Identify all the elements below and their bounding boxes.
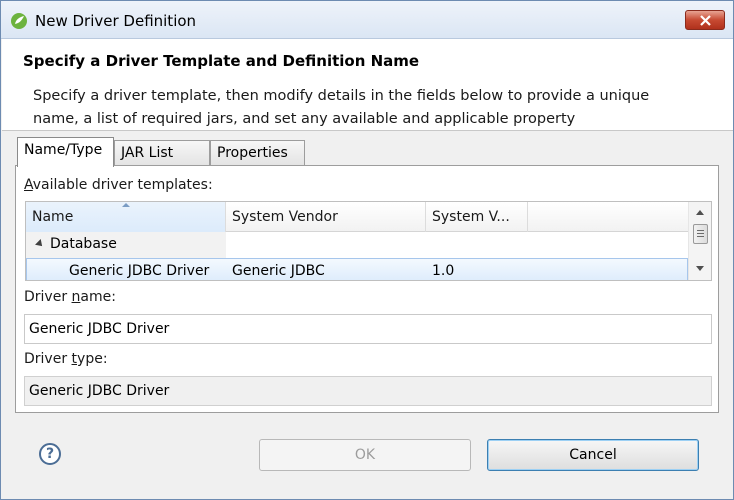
scroll-down-icon[interactable] (696, 266, 704, 271)
vertical-scrollbar[interactable] (688, 202, 711, 280)
category-label: Database (50, 236, 117, 252)
scroll-up-icon[interactable] (696, 210, 704, 215)
tab-properties[interactable]: Properties (210, 140, 305, 166)
label-text: Driver (24, 351, 72, 367)
column-label: System Vendor (232, 209, 338, 225)
cancel-button[interactable]: Cancel (487, 439, 699, 471)
driver-name-label: Driver name: (24, 289, 116, 305)
scroll-thumb[interactable] (693, 224, 708, 244)
column-header-vendor[interactable]: System Vendor (226, 202, 426, 232)
driver-type-label: Driver type: (24, 351, 108, 367)
mnemonic: A (24, 177, 33, 193)
expanded-triangle-icon[interactable] (35, 239, 45, 249)
template-version: 1.0 (432, 263, 455, 279)
driver-templates-tree[interactable]: Name System Vendor System V... Database … (25, 201, 712, 281)
label-text: ype: (77, 351, 108, 367)
column-header-name[interactable]: Name (26, 202, 226, 232)
close-button[interactable] (685, 10, 725, 30)
tab-label: JAR List (121, 145, 174, 161)
grip-line (697, 233, 704, 234)
driver-name-input[interactable]: Generic JDBC Driver (24, 314, 712, 344)
label-text: Driver (24, 289, 72, 305)
close-icon (700, 15, 711, 26)
app-leaf-icon (11, 13, 27, 29)
templates-label: Available driver templates: (24, 177, 213, 193)
template-vendor: Generic JDBC (232, 263, 325, 279)
window-title: New Driver Definition (35, 12, 197, 30)
label-text: ame: (80, 289, 116, 305)
page-description: Specify a driver template, then modify d… (33, 88, 650, 127)
table-header: Name System Vendor System V... (26, 202, 688, 232)
driver-type-field: Generic JDBC Driver (24, 376, 712, 406)
title-bar[interactable]: New Driver Definition (1, 1, 733, 39)
header-banner: Specify a Driver Template and Definition… (2, 39, 733, 131)
ok-button[interactable]: OK (259, 439, 471, 471)
column-label: Name (32, 209, 74, 225)
help-icon[interactable]: ? (39, 443, 61, 465)
tab-label: Name/Type (24, 142, 103, 158)
column-label: System V... (432, 209, 510, 225)
dialog-window: New Driver Definition Specify a Driver T… (0, 0, 734, 500)
grip-line (697, 236, 704, 237)
column-header-version[interactable]: System V... (426, 202, 528, 232)
label-text: vailable driver templates: (32, 177, 213, 193)
tree-category-row[interactable]: Database (26, 232, 688, 258)
table-row[interactable]: Generic JDBC Driver Generic JDBC 1.0 (26, 258, 688, 280)
tab-name-type[interactable]: Name/Type (17, 137, 114, 167)
tab-label: Properties (217, 145, 288, 161)
page-title: Specify a Driver Template and Definition… (23, 52, 420, 70)
template-name: Generic JDBC Driver (69, 263, 210, 279)
tab-jar-list[interactable]: JAR List (114, 140, 210, 166)
sort-ascending-icon (122, 203, 130, 207)
grip-line (697, 230, 704, 231)
